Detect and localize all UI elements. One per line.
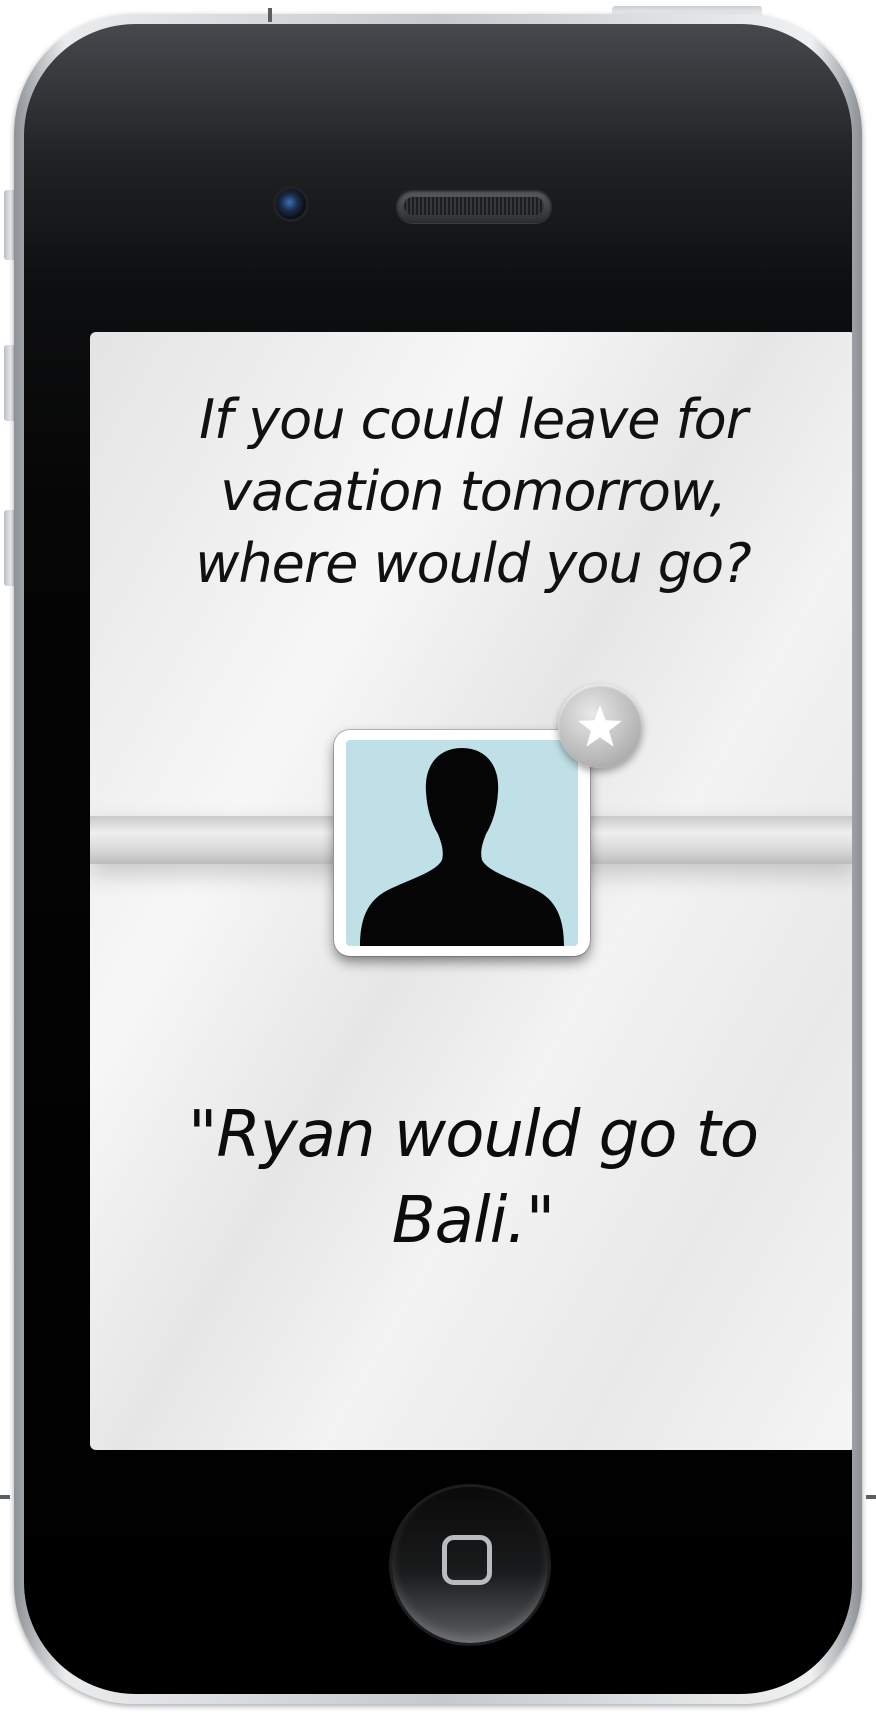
star-badge[interactable] [558,684,642,768]
answer-text: "Ryan would go to Bali." [187,1098,759,1258]
antenna-notch [268,8,272,22]
home-button[interactable] [392,1487,548,1643]
rounded-square-icon [442,1535,492,1585]
app-screen: If you could leave for vacation tomorrow… [90,332,852,1450]
antenna-notch [866,1495,876,1499]
phone-body: If you could leave for vacation tomorrow… [24,24,852,1694]
star-icon [578,705,622,747]
glass-reflection [24,24,852,284]
earpiece-speaker [396,189,552,223]
question-text: If you could leave for vacation tomorrow… [195,388,751,595]
avatar[interactable] [334,730,590,956]
antenna-notch [0,1495,10,1499]
phone-mockup: If you could leave for vacation tomorrow… [0,0,876,1713]
front-camera-icon [276,189,306,219]
person-silhouette-icon [346,740,578,946]
